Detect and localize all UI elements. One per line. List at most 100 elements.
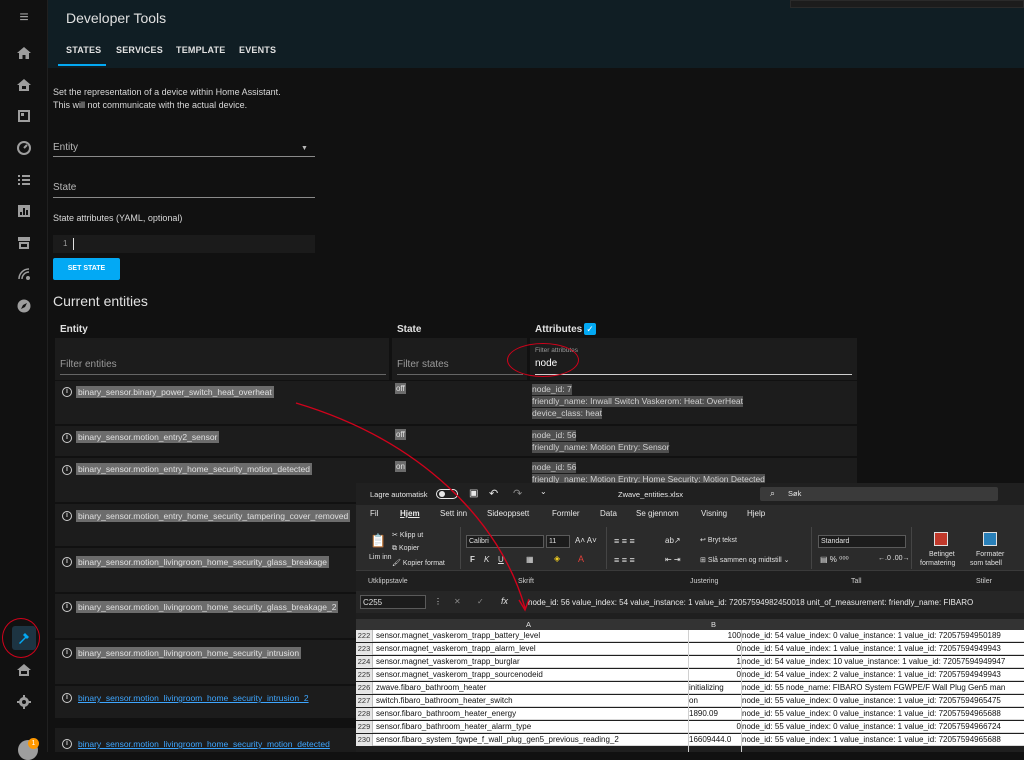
entity-id[interactable]: binary_sensor.binary_power_switch_heat_o…	[76, 386, 274, 398]
paste-button[interactable]: Lim inn	[369, 554, 392, 561]
number-format-select[interactable]: Standard	[818, 535, 906, 548]
menu-sett-inn[interactable]: Sett inn	[440, 509, 467, 518]
home-icon[interactable]	[12, 41, 36, 65]
bold-button[interactable]: F	[470, 555, 475, 564]
search-box[interactable]: ⌕ Søk	[760, 487, 998, 501]
attributes-checkbox[interactable]: ✓	[584, 323, 596, 335]
info-icon[interactable]: i	[62, 602, 72, 612]
format-table-label-1[interactable]: Formater	[976, 551, 1004, 558]
entity-id[interactable]: binary_sensor.motion_entry2_sensor	[76, 431, 220, 443]
tab-events[interactable]: EVENTS	[239, 45, 276, 55]
yaml-editor[interactable]: 1	[53, 235, 315, 253]
header	[48, 0, 1024, 68]
underline-button[interactable]: U	[498, 555, 504, 564]
excel-titlebar: Lagre automatisk ▣ ↶ ↷ ⌄ Zwave_entities.…	[356, 483, 1024, 505]
chevron-down-icon[interactable]: ▼	[301, 145, 308, 152]
info-icon[interactable]: i	[62, 693, 72, 703]
entity-id[interactable]: binary_sensor.motion_livingroom_home_sec…	[76, 647, 302, 659]
font-color-icon[interactable]: A	[578, 554, 584, 564]
chevron-down-icon: ⌄	[781, 557, 790, 564]
function-icon[interactable]: fx	[501, 596, 508, 606]
menu-visning[interactable]: Visning	[701, 509, 727, 518]
menu-hjem[interactable]: Hjem	[400, 509, 420, 518]
entity-id[interactable]: binary_sensor.motion_livingroom_home_sec…	[76, 556, 330, 568]
formula-input[interactable]: node_id: 56 value_index: 54 value_instan…	[528, 598, 973, 607]
merge-center-button[interactable]: ⊞ Slå sammen og midtstill ⌄	[700, 556, 790, 564]
group-styles: Stiler	[976, 578, 992, 585]
menu-hjelp[interactable]: Hjelp	[747, 509, 765, 518]
column-b-header[interactable]: B	[711, 620, 716, 629]
indent-icon[interactable]: ⇤ ⇥	[665, 555, 681, 564]
grow-font-icon[interactable]: A˄ A˅	[575, 536, 597, 545]
entity-id[interactable]: binary_sensor.motion_livingroom_home_sec…	[76, 692, 311, 704]
copy-button[interactable]: ⧉ Kopier	[392, 545, 419, 553]
format-painter-button[interactable]: 🖌 Kopier format	[392, 559, 445, 567]
align-top-icon[interactable]: ≡ ≡ ≡	[614, 536, 635, 546]
font-size-select[interactable]: 11	[546, 535, 570, 548]
menu-sideoppsett[interactable]: Sideoppsett	[487, 509, 529, 518]
info-icon[interactable]: i	[62, 511, 72, 521]
menu-se-gjennom[interactable]: Se gjennom	[636, 509, 679, 518]
column-a-header[interactable]: A	[526, 620, 531, 629]
col-attributes-header: Attributes	[535, 324, 583, 335]
wrap-text-button[interactable]: ↩ Bryt tekst	[700, 536, 737, 544]
entity-id[interactable]: binary_sensor.motion_entry_home_security…	[76, 510, 351, 522]
entity-id[interactable]: binary_sensor.motion_livingroom_home_sec…	[76, 601, 339, 613]
decimal-icon[interactable]: ←.0 .00→	[878, 555, 910, 562]
conditional-format-label-1[interactable]: Betinget	[929, 551, 955, 558]
redo-icon[interactable]: ↷	[513, 487, 522, 500]
filter-states-input[interactable]: Filter states	[397, 359, 449, 370]
save-icon[interactable]: ▣	[469, 488, 478, 499]
menu-formler[interactable]: Formler	[552, 509, 580, 518]
entity-field[interactable]	[53, 156, 315, 157]
customize-qat-icon[interactable]: ⌄	[540, 487, 547, 496]
fill-color-icon[interactable]: ◈	[554, 554, 560, 563]
format-table-icon[interactable]	[983, 532, 997, 546]
info-icon[interactable]: i	[62, 387, 72, 397]
cut-button[interactable]: ✂ Klipp ut	[392, 531, 423, 539]
gear-icon[interactable]	[12, 690, 36, 714]
font-name-select[interactable]: Calibri	[466, 535, 544, 548]
menu-fil[interactable]: Fil	[370, 509, 378, 518]
filter-entities-input[interactable]: Filter entities	[60, 359, 117, 370]
compass-icon[interactable]	[12, 294, 36, 318]
autosave-toggle[interactable]	[436, 489, 458, 499]
info-icon[interactable]: i	[62, 557, 72, 567]
info-icon[interactable]: i	[62, 465, 72, 475]
menu-icon[interactable]: ≡	[12, 6, 36, 30]
home-outline-icon[interactable]	[12, 658, 36, 682]
workbook-filename[interactable]: Zwave_entities.xlsx	[618, 490, 683, 499]
conditional-format-icon[interactable]	[934, 532, 948, 546]
tab-template[interactable]: TEMPLATE	[176, 45, 225, 55]
home-alt-icon[interactable]	[12, 73, 36, 97]
menu-data[interactable]: Data	[600, 509, 617, 518]
orientation-icon[interactable]: ab↗	[665, 536, 681, 545]
map-icon[interactable]	[12, 104, 36, 128]
align-left-icon[interactable]: ≡ ≡ ≡	[614, 555, 635, 565]
gauge-icon[interactable]	[12, 136, 36, 160]
info-icon[interactable]: i	[62, 433, 72, 443]
info-icon[interactable]: i	[62, 648, 72, 658]
confirm-icon[interactable]: ✓	[477, 597, 484, 606]
radar-icon[interactable]	[12, 262, 36, 286]
entity-id[interactable]: binary_sensor.motion_livingroom_home_sec…	[76, 738, 332, 750]
conditional-format-label-2[interactable]: formatering	[920, 560, 955, 567]
borders-icon[interactable]: ▦	[526, 555, 534, 564]
chart-icon[interactable]	[12, 199, 36, 223]
paste-icon[interactable]: 📋	[370, 533, 386, 549]
store-icon[interactable]	[12, 231, 36, 255]
tab-states[interactable]: STATES	[66, 45, 101, 55]
entity-id[interactable]: binary_sensor.motion_entry_home_security…	[76, 463, 312, 475]
name-box[interactable]: C255	[360, 595, 426, 609]
currency-icon[interactable]: ▤ % ⁰⁰⁰	[820, 555, 849, 564]
set-state-button[interactable]: SET STATE	[53, 258, 120, 280]
italic-button[interactable]: K	[484, 555, 489, 564]
state-field[interactable]	[53, 197, 315, 198]
info-icon[interactable]: i	[62, 739, 72, 749]
cancel-icon[interactable]: ✕	[454, 597, 461, 606]
tab-services[interactable]: SERVICES	[116, 45, 163, 55]
more-icon[interactable]: ⋮	[434, 597, 442, 606]
format-table-label-2[interactable]: som tabell	[970, 560, 1002, 567]
undo-icon[interactable]: ↶	[489, 487, 498, 500]
list-icon[interactable]	[12, 168, 36, 192]
